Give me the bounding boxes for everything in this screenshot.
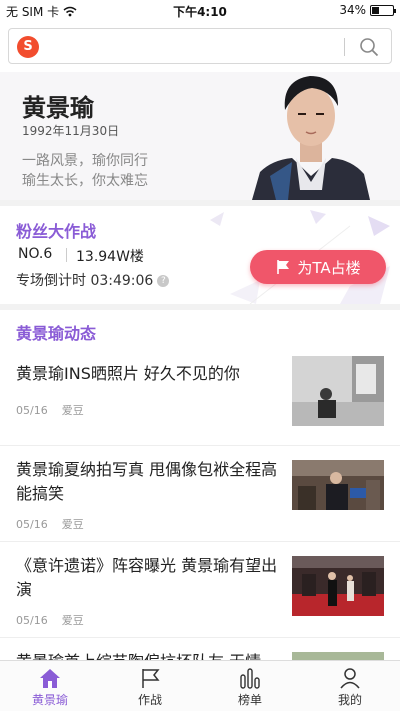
tab-label: 作战 [137, 693, 162, 707]
occupy-floor-button[interactable]: 为TA占楼 [250, 250, 386, 284]
news-thumbnail [292, 460, 384, 510]
fan-battle-title: 粉丝大作战 [16, 222, 97, 241]
news-headline: 黄景瑜夏纳拍写真 甩偶像包袱全程高能搞笑 [16, 460, 278, 503]
news-section-title: 黄景瑜动态 [16, 324, 97, 343]
star-portrait [252, 76, 370, 200]
news-thumbnail [292, 556, 384, 616]
tab-label: 榜单 [237, 693, 262, 707]
star-profile: 黄景瑜 1992年11月30日 一路风景，瑜你同行 瑜生太长，你太难忘 [0, 72, 400, 200]
home-icon [40, 669, 60, 688]
news-tag: 爱豆 [61, 614, 84, 627]
rank-separator [66, 248, 67, 262]
rank-value: NO.6 [18, 246, 53, 262]
help-icon[interactable]: ? [157, 275, 170, 287]
news-date: 05/16 [16, 404, 48, 417]
news-tag: 爱豆 [61, 518, 84, 531]
news-item[interactable]: 黄景瑜夏纳拍写真 甩偶像包袱全程高能搞笑 05/16 爱豆 [0, 446, 400, 542]
occupy-button-label: 为TA占楼 [297, 258, 361, 277]
news-item[interactable]: 黄景瑜首上综艺陶偏坑坏队友 无情 [0, 638, 400, 660]
search-input[interactable] [47, 35, 337, 59]
countdown-row: 专场倒计时 03:49:06? [16, 270, 170, 290]
news-thumbnail [292, 356, 384, 426]
tab-label: 黄景瑜 [31, 693, 68, 707]
user-icon [340, 668, 360, 689]
news-section: 黄景瑜动态 黄景瑜INS晒照片 好久不见的你 05/16 爱豆 黄景瑜夏纳拍写真 … [0, 310, 400, 660]
news-item[interactable]: 《意许遗诺》阵容曝光 黄景瑜有望出演 05/16 爱豆 [0, 542, 400, 638]
tab-profile[interactable]: 我的 [300, 661, 400, 711]
news-tag: 爱豆 [61, 404, 84, 417]
bars-icon [240, 668, 260, 689]
search-header: S [0, 22, 400, 72]
countdown-time: 03:49:06 [90, 273, 154, 289]
news-meta: 05/16 爱豆 [16, 516, 84, 532]
news-date: 05/16 [16, 518, 48, 531]
news-thumbnail [292, 652, 384, 660]
star-birthday: 1992年11月30日 [22, 124, 120, 138]
flag-icon [142, 669, 160, 688]
search-box[interactable]: S [8, 28, 392, 64]
slogan-line-1: 一路风景，瑜你同行 [22, 153, 148, 169]
news-meta: 05/16 爱豆 [16, 402, 84, 418]
search-divider [344, 38, 345, 56]
floor-count: 13.94W楼 [76, 249, 144, 265]
news-meta: 05/16 爱豆 [16, 612, 84, 628]
status-bar: 无 SIM 卡 下午4:10 34% [0, 0, 400, 22]
flag-icon [277, 260, 290, 274]
battery-icon [370, 4, 396, 16]
bottom-tab-bar: 黄景瑜 作战 榜单 我的 [0, 660, 400, 711]
news-headline: 《意许遗诺》阵容曝光 黄景瑜有望出演 [16, 556, 278, 599]
news-headline: 黄景瑜首上综艺陶偏坑坏队友 无情 [16, 650, 280, 660]
countdown-label: 专场倒计时 [16, 273, 86, 289]
sohu-logo-icon[interactable]: S [17, 36, 39, 58]
star-name: 黄景瑜 [22, 94, 94, 122]
news-headline: 黄景瑜INS晒照片 好久不见的你 [16, 364, 240, 383]
tab-rankings[interactable]: 榜单 [200, 661, 300, 711]
fan-battle-card[interactable]: 粉丝大作战 NO.6 13.94W楼 专场倒计时 03:49:06? 为TA占楼 [0, 206, 400, 304]
slogan-line-2: 瑜生太长，你太难忘 [22, 173, 148, 189]
tab-label: 我的 [337, 693, 362, 707]
tab-home[interactable]: 黄景瑜 [0, 661, 100, 711]
battery-percent: 34% [339, 3, 366, 17]
news-item[interactable]: 黄景瑜INS晒照片 好久不见的你 05/16 爱豆 [0, 350, 400, 446]
news-date: 05/16 [16, 614, 48, 627]
tab-battle[interactable]: 作战 [100, 661, 200, 711]
search-icon[interactable] [359, 37, 379, 57]
